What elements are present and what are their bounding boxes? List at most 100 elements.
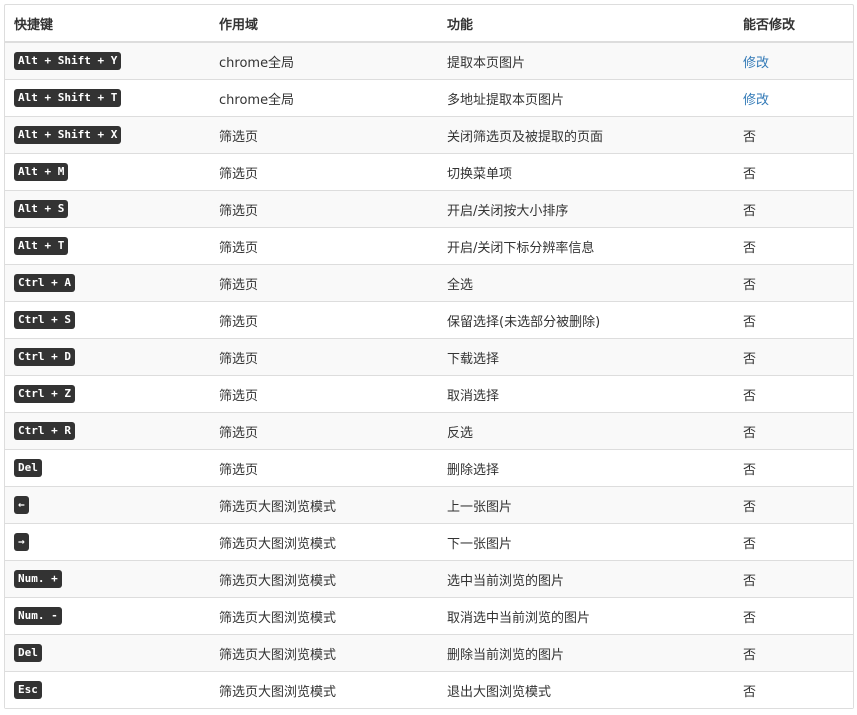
function-cell: 反选 <box>438 412 734 450</box>
table-row: Alt + M 筛选页 切换菜单项否 <box>5 153 853 191</box>
function-cell: 下载选择 <box>438 338 734 376</box>
shortcut-key: Alt + S <box>14 200 69 218</box>
shortcut-table-container: 快捷键 作用域 功能 能否修改 Alt + Shift + Y chrome全局提… <box>4 4 854 709</box>
editable-cell: 修改 <box>734 79 853 117</box>
shortcut-cell: Del <box>5 449 210 487</box>
shortcut-key: → <box>14 533 29 551</box>
shortcut-key: Ctrl + S <box>14 311 75 329</box>
function-cell: 保留选择(未选部分被删除) <box>438 301 734 339</box>
shortcut-key: Ctrl + A <box>14 274 75 292</box>
shortcut-key: Alt + T <box>14 237 69 255</box>
scope-cell: 筛选页 <box>210 264 438 302</box>
scope-cell: 筛选页大图浏览模式 <box>210 486 438 524</box>
shortcut-key: Alt + Shift + Y <box>14 52 122 70</box>
table-row: ← 筛选页大图浏览模式 上一张图片否 <box>5 486 853 524</box>
editable-status: 否 <box>743 647 757 663</box>
shortcut-cell: Alt + Shift + Y <box>5 41 210 80</box>
shortcut-cell: ← <box>5 486 210 524</box>
scope-cell: 筛选页大图浏览模式 <box>210 634 438 672</box>
function-cell: 全选 <box>438 264 734 302</box>
editable-cell: 否 <box>734 190 853 228</box>
scope-cell: 筛选页 <box>210 227 438 265</box>
table-row: Ctrl + A 筛选页 全选否 <box>5 264 853 302</box>
scope-cell: 筛选页 <box>210 412 438 450</box>
shortcut-cell: Ctrl + A <box>5 264 210 302</box>
editable-status: 否 <box>743 425 757 441</box>
header-scope: 作用域 <box>210 5 438 43</box>
editable-status: 否 <box>743 573 757 589</box>
editable-status: 否 <box>743 314 757 330</box>
editable-cell: 否 <box>734 375 853 413</box>
shortcut-cell: Del <box>5 634 210 672</box>
function-cell: 取消选中当前浏览的图片 <box>438 597 734 635</box>
shortcut-key: Ctrl + D <box>14 348 75 366</box>
editable-cell: 否 <box>734 264 853 302</box>
editable-cell: 否 <box>734 412 853 450</box>
table-row: Ctrl + R 筛选页 反选否 <box>5 412 853 450</box>
shortcut-key: ← <box>14 496 29 514</box>
modify-link[interactable]: 修改 <box>743 93 769 108</box>
function-cell: 关闭筛选页及被提取的页面 <box>438 116 734 154</box>
shortcut-cell: Alt + Shift + T <box>5 79 210 117</box>
shortcut-key: Esc <box>14 681 42 699</box>
editable-cell: 否 <box>734 523 853 561</box>
shortcut-cell: Esc <box>5 671 210 708</box>
editable-cell: 否 <box>734 338 853 376</box>
header-editable: 能否修改 <box>734 5 853 43</box>
function-cell: 提取本页图片 <box>438 41 734 80</box>
editable-status: 否 <box>743 277 757 293</box>
scope-cell: 筛选页大图浏览模式 <box>210 560 438 598</box>
scope-cell: 筛选页 <box>210 338 438 376</box>
function-cell: 下一张图片 <box>438 523 734 561</box>
editable-status: 否 <box>743 388 757 404</box>
scope-cell: 筛选页 <box>210 301 438 339</box>
shortcut-key: Ctrl + R <box>14 422 75 440</box>
shortcut-key: Alt + Shift + X <box>14 126 122 144</box>
function-cell: 退出大图浏览模式 <box>438 671 734 708</box>
table-row: Alt + S 筛选页 开启/关闭按大小排序否 <box>5 190 853 228</box>
function-cell: 开启/关闭按大小排序 <box>438 190 734 228</box>
function-cell: 删除选择 <box>438 449 734 487</box>
table-row: Esc 筛选页大图浏览模式 退出大图浏览模式否 <box>5 671 853 708</box>
table-row: Del 筛选页大图浏览模式 删除当前浏览的图片否 <box>5 634 853 672</box>
editable-status: 否 <box>743 462 757 478</box>
scope-cell: 筛选页大图浏览模式 <box>210 523 438 561</box>
table-row: Num. - 筛选页大图浏览模式 取消选中当前浏览的图片否 <box>5 597 853 635</box>
scope-cell: 筛选页 <box>210 375 438 413</box>
header-function: 功能 <box>438 5 734 43</box>
table-body: Alt + Shift + Y chrome全局 提取本页图片 修改 Alt + Shi… <box>5 41 853 708</box>
editable-cell: 否 <box>734 116 853 154</box>
editable-status: 否 <box>743 610 757 626</box>
shortcut-cell: Ctrl + R <box>5 412 210 450</box>
table-row: Ctrl + S 筛选页 保留选择(未选部分被删除) 否 <box>5 301 853 339</box>
shortcut-key: Alt + Shift + T <box>14 89 122 107</box>
scope-cell: 筛选页 <box>210 116 438 154</box>
modify-link[interactable]: 修改 <box>743 56 769 71</box>
shortcut-cell: Ctrl + S <box>5 301 210 339</box>
editable-status: 否 <box>743 499 757 515</box>
shortcut-key: Alt + M <box>14 163 69 181</box>
editable-cell: 否 <box>734 560 853 598</box>
editable-status: 否 <box>743 351 757 367</box>
scope-cell: 筛选页 <box>210 153 438 191</box>
table-row: → 筛选页大图浏览模式 下一张图片否 <box>5 523 853 561</box>
function-cell: 上一张图片 <box>438 486 734 524</box>
editable-cell: 否 <box>734 449 853 487</box>
shortcut-key: Del <box>14 459 42 477</box>
shortcut-key: Num. + <box>14 570 62 588</box>
editable-status: 否 <box>743 166 757 182</box>
editable-cell: 修改 <box>734 41 853 80</box>
scope-cell: chrome全局 <box>210 41 438 80</box>
table-header-row: 快捷键 作用域 功能 能否修改 <box>5 5 853 43</box>
editable-status: 否 <box>743 240 757 256</box>
shortcut-cell: Num. - <box>5 597 210 635</box>
shortcut-cell: Ctrl + Z <box>5 375 210 413</box>
editable-status: 否 <box>743 203 757 219</box>
function-cell: 删除当前浏览的图片 <box>438 634 734 672</box>
table-row: Ctrl + D 筛选页 下载选择否 <box>5 338 853 376</box>
shortcut-cell: Alt + Shift + X <box>5 116 210 154</box>
table-row: Ctrl + Z 筛选页 取消选择否 <box>5 375 853 413</box>
function-cell: 切换菜单项 <box>438 153 734 191</box>
shortcut-key: Del <box>14 644 42 662</box>
scope-cell: 筛选页 <box>210 190 438 228</box>
